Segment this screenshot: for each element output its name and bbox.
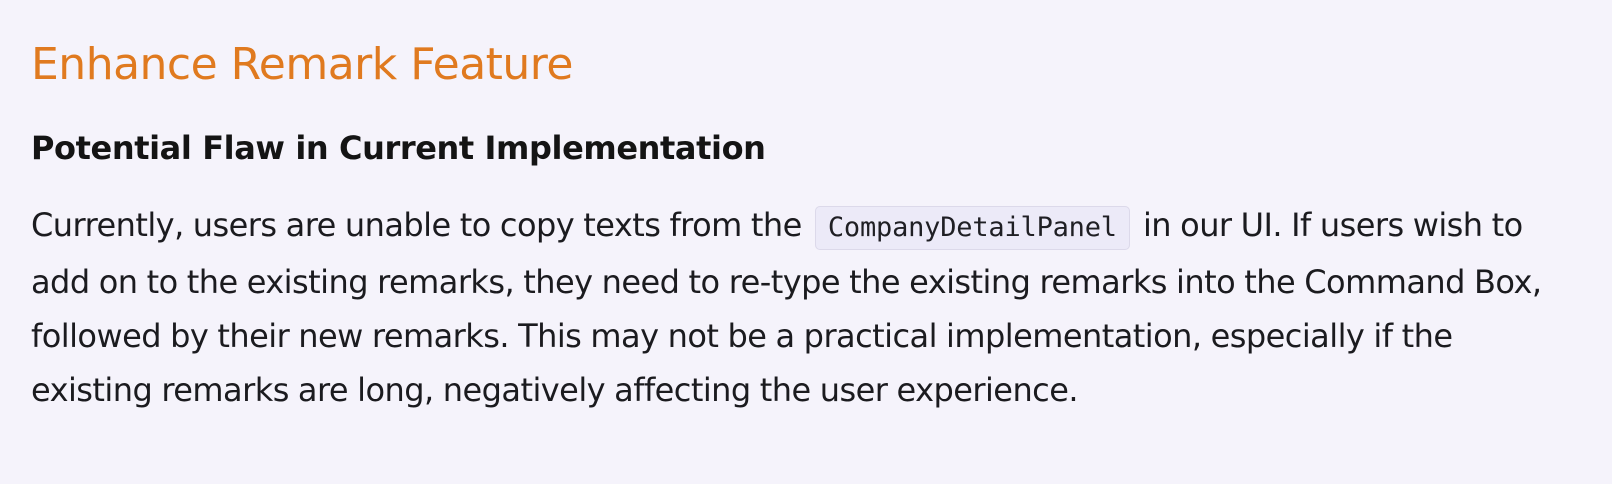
section-heading: Potential Flaw in Current Implementation: [31, 129, 766, 167]
body-paragraph: Currently, users are unable to copy text…: [31, 198, 1561, 417]
document-body: Enhance Remark Feature Potential Flaw in…: [0, 0, 1612, 484]
inline-code-company-detail-panel: CompanyDetailPanel: [814, 206, 1130, 250]
paragraph-text-before-code: Currently, users are unable to copy text…: [31, 206, 802, 244]
page-title: Enhance Remark Feature: [31, 39, 574, 90]
